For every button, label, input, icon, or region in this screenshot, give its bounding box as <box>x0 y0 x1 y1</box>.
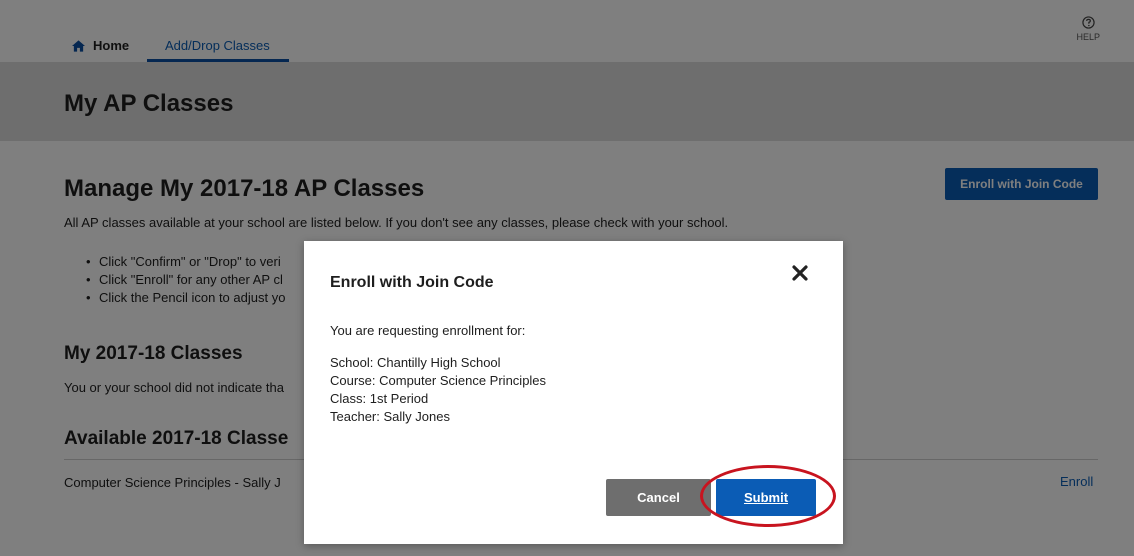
school-detail: School: Chantilly High School <box>330 355 501 370</box>
modal-title: Enroll with Join Code <box>330 274 494 291</box>
highlight-ring <box>700 465 836 527</box>
teacher-detail: Teacher: Sally Jones <box>330 409 450 424</box>
modal-request-text: You are requesting enrollment for: <box>330 323 526 338</box>
class-detail: Class: 1st Period <box>330 391 429 406</box>
course-detail: Course: Computer Science Principles <box>330 373 547 388</box>
cancel-button[interactable]: Cancel <box>606 479 711 516</box>
close-icon[interactable] <box>792 265 808 281</box>
enrollment-details: School: Chantilly High School Course: Co… <box>330 354 546 426</box>
